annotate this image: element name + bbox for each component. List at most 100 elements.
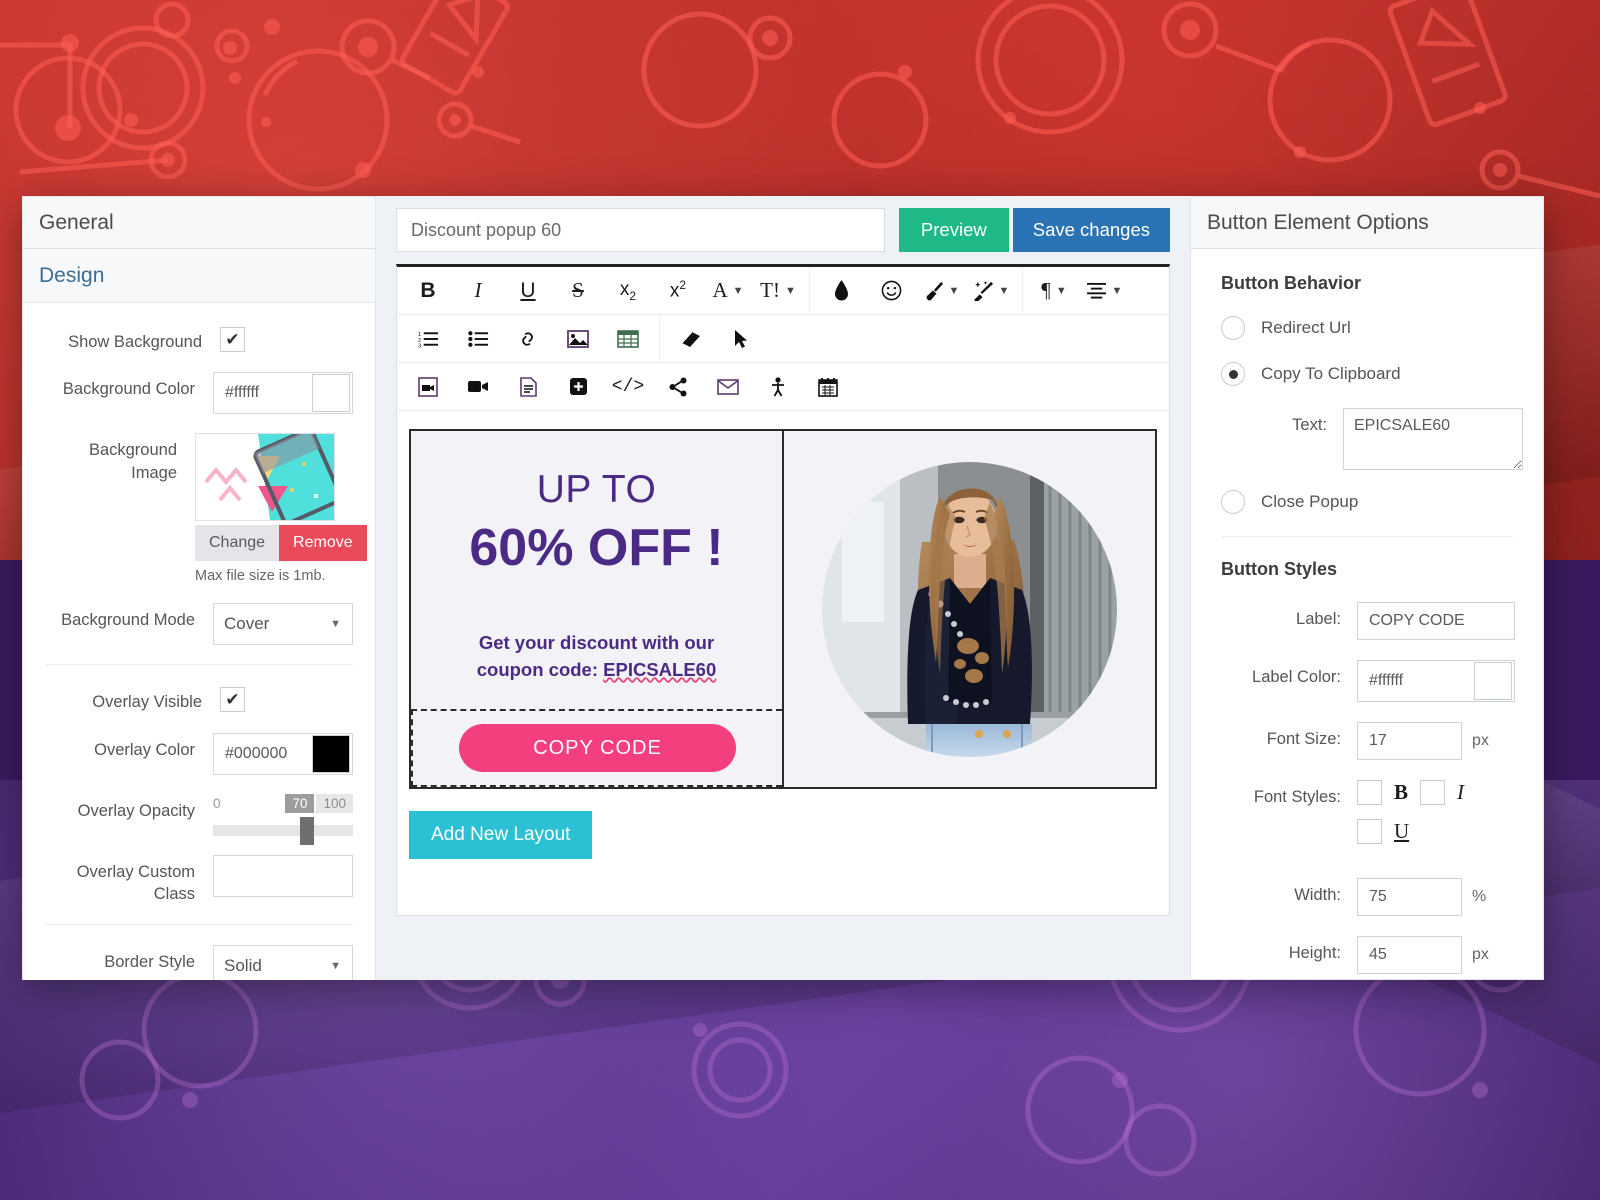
table-icon[interactable] xyxy=(603,316,653,362)
background-color-swatch[interactable] xyxy=(312,374,350,413)
behavior-option-redirect-url[interactable]: Redirect Url xyxy=(1191,316,1543,340)
popup-canvas: UP TO 60% OFF ! Get your discount with o… xyxy=(397,411,1169,859)
link-icon[interactable] xyxy=(503,316,553,362)
remove-background-image-button[interactable]: Remove xyxy=(279,525,367,562)
border-style-select[interactable]: Solid ▼ xyxy=(213,945,353,980)
person-icon[interactable] xyxy=(753,364,803,410)
popup-image-cell[interactable] xyxy=(784,431,1155,787)
design-settings-body: Show Background ✔ Background Color #ffff… xyxy=(22,303,376,980)
slider-max-value: 100 xyxy=(316,793,353,813)
overlay-visible-checkbox[interactable]: ✔ xyxy=(220,687,245,713)
overlay-color-swatch[interactable] xyxy=(312,734,350,773)
unordered-list-icon[interactable] xyxy=(453,316,503,362)
font-style-italic-checkbox[interactable] xyxy=(1420,780,1446,805)
settings-divider-1 xyxy=(45,664,353,666)
popup-layout[interactable]: UP TO 60% OFF ! Get your discount with o… xyxy=(409,429,1157,789)
overlay-opacity-slider[interactable]: 0 70 100 xyxy=(213,793,353,845)
right-panel-divider xyxy=(1221,536,1513,537)
overlay-color-row: Overlay Color #000000 xyxy=(23,732,375,775)
change-background-image-button[interactable]: Change xyxy=(195,525,280,562)
toolbar-row-3: </> xyxy=(397,363,1169,411)
bold-icon[interactable]: B xyxy=(403,268,453,314)
font-size-input[interactable] xyxy=(1357,722,1462,760)
video-file-icon[interactable] xyxy=(403,364,453,410)
font-styles-line-2: U xyxy=(1357,819,1523,844)
subscript-icon[interactable]: x2 xyxy=(603,268,653,314)
clipboard-text-textarea[interactable]: EPICSALE60 xyxy=(1343,408,1523,470)
behavior-option-close-popup[interactable]: Close Popup xyxy=(1191,490,1543,514)
strikethrough-icon[interactable]: S xyxy=(553,268,603,314)
copy-code-button[interactable]: COPY CODE xyxy=(459,724,736,772)
show-background-label: Show Background xyxy=(68,333,202,351)
label-color-swatch[interactable] xyxy=(1474,662,1512,700)
background-image-buttons: Change Remove xyxy=(195,525,367,562)
slider-handle[interactable] xyxy=(299,816,314,845)
cursor-pointer-icon[interactable] xyxy=(716,316,766,362)
right-options-panel: Button Element Options Button Behavior R… xyxy=(1190,196,1544,980)
radio-copy-to-clipboard[interactable] xyxy=(1221,362,1245,386)
add-plus-icon[interactable] xyxy=(553,364,603,410)
preview-button[interactable]: Preview xyxy=(898,208,1009,252)
design-title: Design xyxy=(39,263,105,287)
ordered-list-icon[interactable]: 123 xyxy=(403,316,453,362)
camera-video-icon[interactable] xyxy=(453,364,503,410)
source-code-icon[interactable]: </> xyxy=(603,364,653,410)
general-section-header[interactable]: General xyxy=(22,196,376,249)
superscript-icon[interactable]: x2 xyxy=(653,268,703,314)
font-style-bold-checkbox[interactable] xyxy=(1357,780,1382,805)
design-section-header[interactable]: Design xyxy=(22,249,376,303)
border-style-row: Border Style Solid ▼ xyxy=(23,945,375,980)
background-image-row: Background Image Change Remove Max file … xyxy=(23,433,375,584)
height-unit: px xyxy=(1472,946,1489,963)
behavior-option-copy-to-clipboard[interactable]: Copy To Clipboard xyxy=(1191,362,1543,386)
chevron-down-icon: ▼ xyxy=(330,618,341,631)
text-color-drop-icon[interactable] xyxy=(816,268,866,314)
button-label-input[interactable] xyxy=(1357,602,1515,640)
slider-track[interactable] xyxy=(213,816,353,845)
background-color-row: Background Color #ffffff xyxy=(23,372,375,415)
background-color-label: Background Color xyxy=(62,380,195,399)
subtext-line-1: Get your discount with our xyxy=(478,632,715,653)
font-size-icon[interactable]: T! ▼ xyxy=(753,268,803,314)
background-mode-select[interactable]: Cover ▼ xyxy=(213,603,353,646)
label-color-field[interactable]: #ffffff xyxy=(1357,660,1515,702)
add-new-layout-button[interactable]: Add New Layout xyxy=(409,811,593,859)
popup-title-input[interactable] xyxy=(396,208,885,252)
headline-big: 60% OFF ! xyxy=(469,519,724,577)
italic-icon[interactable]: I xyxy=(453,268,503,314)
background-image-thumbnail[interactable] xyxy=(195,433,335,522)
svg-text:3: 3 xyxy=(418,343,421,347)
brush-icon[interactable]: ▼ xyxy=(916,268,966,314)
save-changes-button[interactable]: Save changes xyxy=(1012,208,1170,252)
show-background-checkbox[interactable]: ✔ xyxy=(220,327,245,352)
popup-text-cell[interactable]: UP TO 60% OFF ! Get your discount with o… xyxy=(411,431,784,787)
height-input[interactable] xyxy=(1357,936,1462,974)
button-element-zone[interactable]: COPY CODE xyxy=(411,709,782,787)
eraser-icon[interactable] xyxy=(666,316,716,362)
radio-selected-dot xyxy=(1228,369,1238,379)
align-icon[interactable]: ▼ xyxy=(1079,268,1129,314)
share-icon[interactable] xyxy=(653,364,703,410)
font-styles-label: Font Styles: xyxy=(1253,788,1341,806)
radio-redirect-url[interactable] xyxy=(1221,316,1245,340)
overlay-custom-class-input[interactable] xyxy=(213,854,353,897)
calendar-icon[interactable] xyxy=(803,364,853,410)
emoji-icon[interactable] xyxy=(866,268,916,314)
clipboard-text-label: Text: xyxy=(1292,416,1327,434)
font-family-icon[interactable]: A ▼ xyxy=(703,268,753,314)
font-size-row: Font Size: px xyxy=(1191,722,1543,760)
underline-icon[interactable]: U xyxy=(503,268,553,314)
editor-topbar: Preview Save changes xyxy=(396,208,1170,252)
paragraph-icon[interactable]: ¶ ▼ xyxy=(1029,268,1079,314)
font-style-underline-checkbox[interactable] xyxy=(1357,819,1382,844)
toolbar-group-color: ▼ ▼ xyxy=(810,267,1023,314)
width-input[interactable] xyxy=(1357,878,1462,916)
background-color-field[interactable]: #ffffff xyxy=(213,372,353,415)
overlay-color-field[interactable]: #000000 xyxy=(213,732,353,775)
magic-wand-icon[interactable]: ▼ xyxy=(966,268,1016,314)
radio-close-popup[interactable] xyxy=(1221,490,1245,514)
overlay-custom-class-row: Overlay Custom Class xyxy=(23,854,375,906)
email-icon[interactable] xyxy=(703,364,753,410)
document-icon[interactable] xyxy=(503,364,553,410)
image-icon[interactable] xyxy=(553,316,603,362)
